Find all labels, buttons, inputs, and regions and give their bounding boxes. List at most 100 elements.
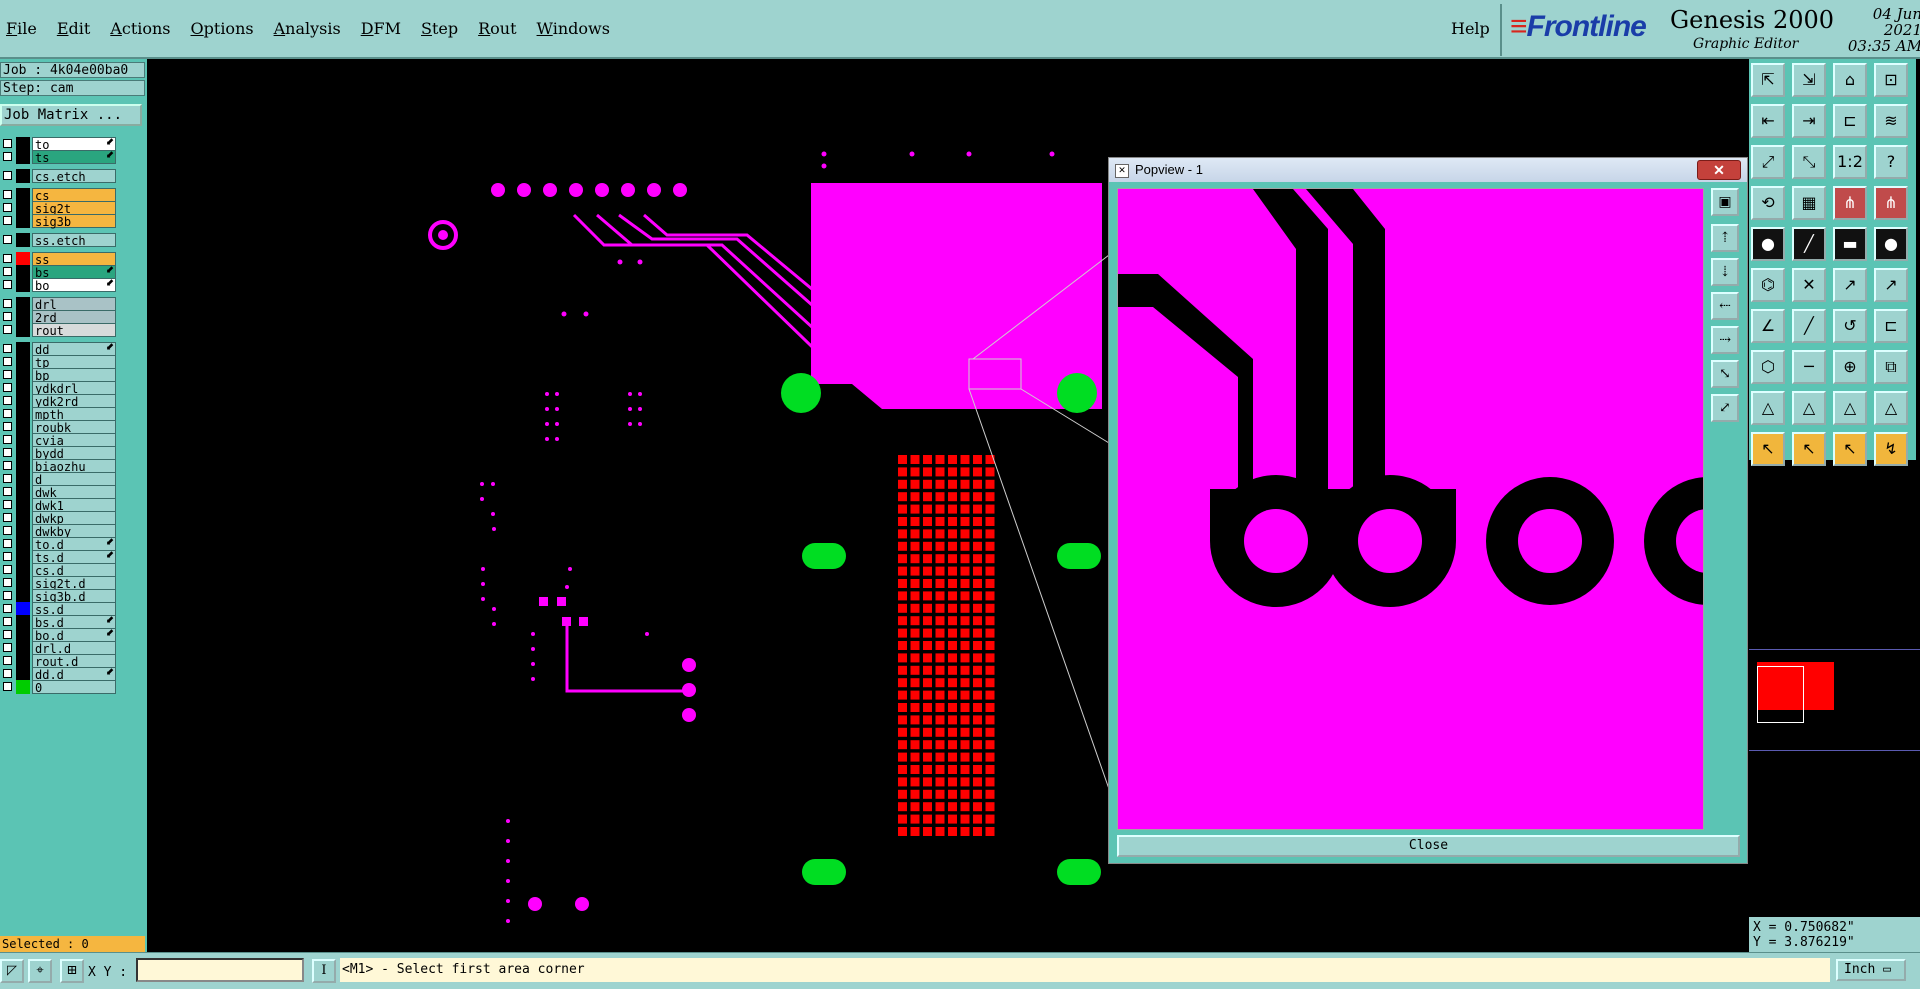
- layer-checkbox[interactable]: [3, 643, 12, 652]
- layer-checkbox[interactable]: [3, 396, 12, 405]
- layer-name[interactable]: bo.d: [32, 628, 116, 643]
- layer-name[interactable]: roubk: [32, 420, 116, 435]
- pv-down-icon[interactable]: ⇣: [1711, 258, 1739, 286]
- layer-color-swatch[interactable]: [16, 628, 30, 642]
- layer-name[interactable]: biaozhu: [32, 459, 116, 474]
- layer-row[interactable]: dwk: [0, 485, 118, 500]
- triangle2-icon[interactable]: △: [1792, 391, 1826, 425]
- layer-row[interactable]: cs.d: [0, 563, 118, 578]
- layer-checkbox[interactable]: [3, 357, 12, 366]
- menu-options[interactable]: Options: [191, 19, 254, 38]
- layer-checkbox[interactable]: [3, 370, 12, 379]
- help-icon[interactable]: ?: [1874, 145, 1908, 179]
- polygon-icon[interactable]: ⬡: [1751, 350, 1785, 384]
- layer-row[interactable]: cs: [0, 188, 118, 203]
- layer-row[interactable]: drl.d: [0, 641, 118, 656]
- pv-right-icon[interactable]: ⇢: [1711, 326, 1739, 354]
- home-icon[interactable]: ⌂: [1833, 63, 1867, 97]
- layer-color-swatch[interactable]: [16, 214, 30, 228]
- layer-color-swatch[interactable]: [16, 563, 30, 577]
- layer-color-swatch[interactable]: [16, 485, 30, 499]
- layer-name[interactable]: ss: [32, 252, 116, 267]
- layer-color-swatch[interactable]: [16, 407, 30, 421]
- layer-checkbox[interactable]: [3, 591, 12, 600]
- popview-close-x-button[interactable]: ✕: [1697, 160, 1741, 180]
- layer-color-swatch[interactable]: [16, 355, 30, 369]
- layer-color-swatch[interactable]: [16, 459, 30, 473]
- layer-checkbox[interactable]: [3, 526, 12, 535]
- pan-mid-icon[interactable]: ⊏: [1833, 104, 1867, 138]
- delete-icon[interactable]: ✕: [1792, 268, 1826, 302]
- layer-checkbox[interactable]: [3, 139, 12, 148]
- layer-checkbox[interactable]: [3, 203, 12, 212]
- layer-name[interactable]: d: [32, 472, 116, 487]
- rotate-icon[interactable]: ⟲: [1751, 186, 1785, 220]
- snap2-icon[interactable]: ⋔: [1874, 186, 1908, 220]
- layer-checkbox[interactable]: [3, 669, 12, 678]
- layer-checkbox[interactable]: [3, 254, 12, 263]
- layer-color-swatch[interactable]: [16, 615, 30, 629]
- layer-checkbox[interactable]: [3, 312, 12, 321]
- layer-row[interactable]: 0: [0, 680, 118, 695]
- layer-name[interactable]: cs.d: [32, 563, 116, 578]
- popview-zoom-view[interactable]: [1117, 188, 1704, 830]
- layer-row[interactable]: roubk: [0, 420, 118, 435]
- layer-name[interactable]: drl: [32, 297, 116, 312]
- layer-color-swatch[interactable]: [16, 252, 30, 266]
- layer-row[interactable]: ss.etch: [0, 233, 118, 248]
- layer-checkbox[interactable]: [3, 604, 12, 613]
- pan-right-icon[interactable]: ⇥: [1792, 104, 1826, 138]
- pointer-icon[interactable]: ↖: [1751, 432, 1785, 466]
- undo-icon[interactable]: ↺: [1833, 309, 1867, 343]
- layer-row[interactable]: 2rd: [0, 310, 118, 325]
- layer-name[interactable]: ts.d: [32, 550, 116, 565]
- redraw-icon[interactable]: ≋: [1874, 104, 1908, 138]
- layer-checkbox[interactable]: [3, 267, 12, 276]
- layer-color-swatch[interactable]: [16, 498, 30, 512]
- layer-row[interactable]: biaozhu: [0, 459, 118, 474]
- layer-checkbox[interactable]: [3, 539, 12, 548]
- layer-row[interactable]: bo.d ⬋: [0, 628, 118, 643]
- layer-color-swatch[interactable]: [16, 511, 30, 525]
- zoom-home-icon[interactable]: ⇱: [1751, 63, 1785, 97]
- layer-name[interactable]: 0: [32, 680, 116, 695]
- layer-name[interactable]: rout: [32, 323, 116, 338]
- layer-color-swatch[interactable]: [16, 589, 30, 603]
- menu-rout[interactable]: Rout: [478, 19, 516, 38]
- layer-color-swatch[interactable]: [16, 446, 30, 460]
- lasso-icon[interactable]: ↯: [1874, 432, 1908, 466]
- menu-dfm[interactable]: DFM: [361, 19, 401, 38]
- overview-map[interactable]: [1749, 649, 1920, 751]
- layer-row[interactable]: ts ⬋: [0, 150, 118, 165]
- pad-icon[interactable]: ●: [1751, 227, 1785, 261]
- layer-color-swatch[interactable]: [16, 537, 30, 551]
- layer-color-swatch[interactable]: [16, 297, 30, 311]
- layer-color-swatch[interactable]: [16, 201, 30, 215]
- layer-row[interactable]: sig3b: [0, 214, 118, 229]
- layer-row[interactable]: tp: [0, 355, 118, 370]
- layer-name[interactable]: ts: [32, 150, 116, 165]
- layer-checkbox[interactable]: [3, 682, 12, 691]
- layer-row[interactable]: rout.d: [0, 654, 118, 669]
- layer-row[interactable]: sig2t.d: [0, 576, 118, 591]
- layer-color-swatch[interactable]: [16, 342, 30, 356]
- layer-checkbox[interactable]: [3, 325, 12, 334]
- layer-color-swatch[interactable]: [16, 433, 30, 447]
- layer-name[interactable]: ss.etch: [32, 233, 116, 248]
- layer-color-swatch[interactable]: [16, 420, 30, 434]
- menu-actions[interactable]: Actions: [110, 19, 170, 38]
- layer-row[interactable]: bs.d ⬋: [0, 615, 118, 630]
- layer-checkbox[interactable]: [3, 409, 12, 418]
- info-icon[interactable]: I: [312, 959, 336, 983]
- dash-icon[interactable]: ─: [1792, 350, 1826, 384]
- pv-left-icon[interactable]: ⇠: [1711, 292, 1739, 320]
- layer-name[interactable]: drl.d: [32, 641, 116, 656]
- layer-name[interactable]: rout.d: [32, 654, 116, 669]
- layer-color-swatch[interactable]: [16, 188, 30, 202]
- grid-icon[interactable]: ⊞: [60, 959, 84, 983]
- layer-name[interactable]: sig3b: [32, 214, 116, 229]
- layer-name[interactable]: to.d: [32, 537, 116, 552]
- angle-icon[interactable]: ∠: [1751, 309, 1785, 343]
- layer-checkbox[interactable]: [3, 474, 12, 483]
- layer-color-swatch[interactable]: [16, 265, 30, 279]
